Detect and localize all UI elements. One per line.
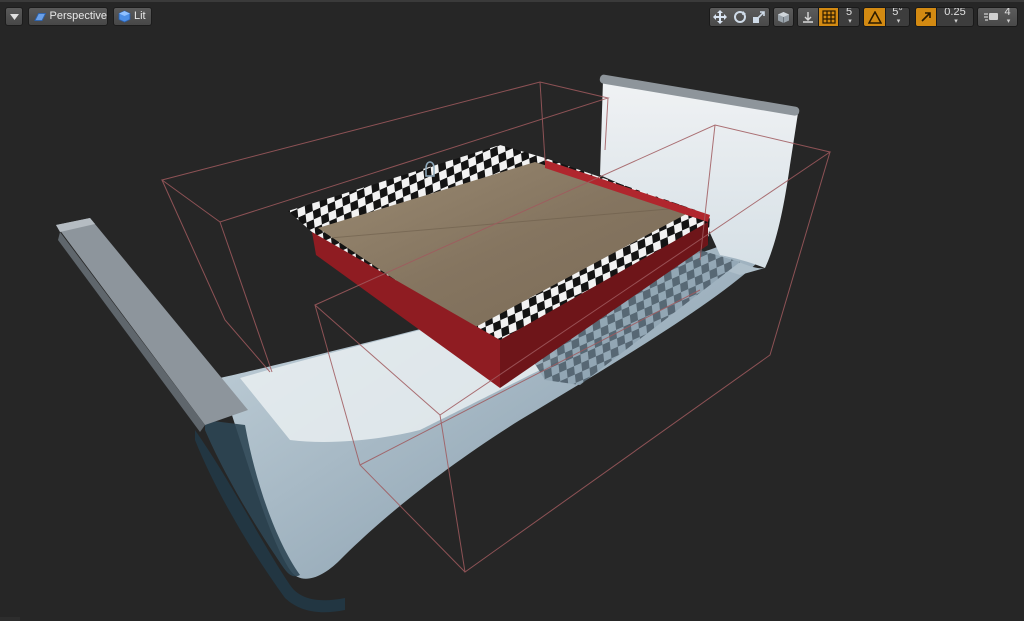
rotate-tool-button[interactable]	[729, 8, 750, 26]
perspective-icon	[34, 12, 47, 21]
grid-snap-value[interactable]: 5 ▾	[838, 8, 859, 26]
rotate-icon	[733, 11, 746, 23]
level-viewport[interactable]	[0, 0, 1024, 621]
viewport-options-button[interactable]	[5, 7, 23, 26]
chevron-down-icon: ▾	[848, 18, 852, 25]
scale-icon	[753, 11, 765, 23]
camera-speed-button[interactable]: 4 ▾	[978, 8, 1017, 26]
coordinate-space-group	[773, 7, 794, 27]
camera-speed-value-text: 4	[1004, 7, 1011, 18]
surface-snap-icon	[803, 12, 813, 23]
camera-speed-group: 4 ▾	[977, 7, 1018, 27]
snap-settings-group: 5 ▾	[797, 7, 860, 27]
rotation-snap-toggle[interactable]	[864, 8, 885, 26]
scale-snap-group: 0.25 ▾	[915, 7, 974, 27]
scale-snap-value[interactable]: 0.25 ▾	[936, 8, 973, 26]
chevron-down-icon	[9, 13, 19, 20]
translate-icon	[712, 10, 727, 24]
scale-snap-icon	[921, 12, 931, 22]
translate-tool-button[interactable]	[710, 8, 730, 26]
chevron-down-icon: ▾	[954, 18, 958, 25]
view-lighting-button[interactable]: Lit	[113, 7, 152, 26]
chevron-down-icon: ▾	[1006, 18, 1011, 25]
rotation-snap-value-text: 5°	[892, 7, 903, 18]
scene-render	[0, 74, 832, 621]
rotation-snap-icon	[867, 10, 882, 24]
world-cube-icon	[778, 11, 789, 23]
scale-tool-button[interactable]	[749, 8, 769, 26]
camera-speed-value: 4 ▾	[1004, 7, 1011, 26]
rotation-snap-value[interactable]: 5° ▾	[885, 8, 909, 26]
view-mode-label: Perspective	[49, 10, 107, 22]
view-lighting-label: Lit	[134, 10, 146, 22]
grid-snap-toggle[interactable]	[818, 8, 838, 26]
chevron-down-icon: ▾	[896, 18, 901, 25]
rotation-snap-group: 5° ▾	[863, 7, 910, 27]
coordinate-space-button[interactable]	[774, 8, 793, 26]
axis-indicator	[0, 617, 20, 621]
view-mode-button[interactable]: Perspective	[28, 7, 108, 26]
grid-snap-value-text: 5	[845, 7, 853, 18]
surface-snap-button[interactable]	[798, 8, 818, 26]
scale-snap-value-text: 0.25	[944, 7, 966, 18]
scale-snap-toggle[interactable]	[916, 8, 936, 26]
grid-snap-icon	[821, 10, 836, 24]
transform-tools-group	[709, 7, 770, 27]
left-rail	[56, 218, 248, 425]
lit-sphere-icon	[118, 10, 131, 23]
camera-speed-icon	[984, 13, 999, 21]
